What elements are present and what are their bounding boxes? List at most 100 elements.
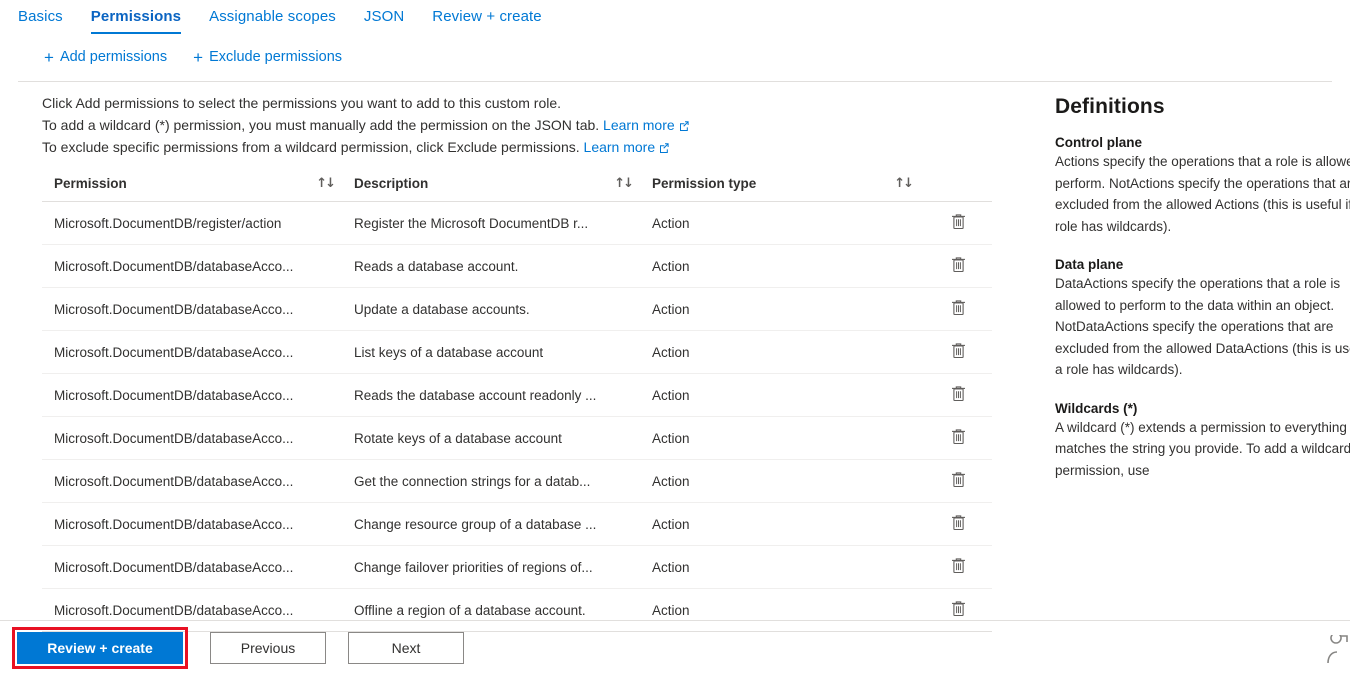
cell-delete [920,331,992,374]
cell-permission: Microsoft.DocumentDB/databaseAcco... [42,417,342,460]
table-row[interactable]: Microsoft.DocumentDB/databaseAcco...Read… [42,374,992,417]
cell-description: Change failover priorities of regions of… [342,546,640,589]
cell-permission: Microsoft.DocumentDB/databaseAcco... [42,245,342,288]
command-bar-divider [18,81,1332,82]
feedback-person-icon[interactable] [1322,635,1348,665]
cell-permission: Microsoft.DocumentDB/databaseAcco... [42,331,342,374]
definition-section-control-plane: Control plane Actions specify the operat… [1055,135,1350,237]
wizard-footer: Review + create Previous Next [0,621,1350,675]
cell-permission: Microsoft.DocumentDB/databaseAcco... [42,546,342,589]
cell-permission-type: Action [640,460,920,503]
definition-section-data-plane: Data plane DataActions specify the opera… [1055,257,1350,381]
definition-heading: Wildcards (*) [1055,401,1350,416]
learn-more-link-exclude[interactable]: Learn more [584,139,656,155]
tab-json[interactable]: JSON [364,0,404,34]
cell-permission: Microsoft.DocumentDB/databaseAcco... [42,374,342,417]
permissions-table-body: Microsoft.DocumentDB/register/actionRegi… [42,202,992,632]
table-row[interactable]: Microsoft.DocumentDB/databaseAcco...Get … [42,460,992,503]
cell-permission-type: Action [640,417,920,460]
delete-icon[interactable] [951,213,966,230]
cell-permission-type: Action [640,546,920,589]
cell-permission-type: Action [640,202,920,245]
definition-section-wildcards: Wildcards (*) A wildcard (*) extends a p… [1055,401,1350,482]
next-button[interactable]: Next [348,632,464,664]
cell-delete [920,288,992,331]
cell-delete [920,374,992,417]
table-row[interactable]: Microsoft.DocumentDB/databaseAcco...Chan… [42,503,992,546]
cell-permission: Microsoft.DocumentDB/databaseAcco... [42,460,342,503]
cell-permission-type: Action [640,374,920,417]
external-link-icon [679,121,689,131]
cell-description: List keys of a database account [342,331,640,374]
cell-delete [920,245,992,288]
tab-review-create[interactable]: Review + create [432,0,541,34]
column-header-description-label: Description [354,176,428,191]
definitions-title: Definitions [1055,95,1350,119]
exclude-permissions-button[interactable]: + Exclude permissions [193,49,342,66]
intro-line-2: To add a wildcard (*) permission, you mu… [42,114,997,136]
delete-icon[interactable] [951,557,966,574]
definition-body: Actions specify the operations that a ro… [1055,151,1350,237]
definition-body: DataActions specify the operations that … [1055,273,1350,381]
tab-basics[interactable]: Basics [18,0,63,34]
cell-permission-type: Action [640,331,920,374]
add-permissions-label: Add permissions [60,49,167,65]
review-create-button[interactable]: Review + create [17,632,183,664]
delete-icon[interactable] [951,471,966,488]
cell-description: Reads the database account readonly ... [342,374,640,417]
table-row[interactable]: Microsoft.DocumentDB/databaseAcco...List… [42,331,992,374]
table-header-row: Permission ↑↓ Description ↑↓ Permission … [42,172,992,202]
column-header-actions [920,172,992,202]
delete-icon[interactable] [951,600,966,617]
cell-permission: Microsoft.DocumentDB/databaseAcco... [42,288,342,331]
command-bar: + Add permissions + Exclude permissions [0,42,1350,72]
table-row[interactable]: Microsoft.DocumentDB/databaseAcco...Rota… [42,417,992,460]
tab-permissions[interactable]: Permissions [91,0,181,34]
permissions-table: Permission ↑↓ Description ↑↓ Permission … [42,172,992,632]
intro-line-3-text: To exclude specific permissions from a w… [42,139,580,155]
cell-delete [920,503,992,546]
cell-description: Register the Microsoft DocumentDB r... [342,202,640,245]
add-permissions-button[interactable]: + Add permissions [44,49,167,66]
table-row[interactable]: Microsoft.DocumentDB/databaseAcco...Chan… [42,546,992,589]
exclude-permissions-label: Exclude permissions [209,49,342,65]
column-header-permission-type-label: Permission type [652,176,756,191]
delete-icon[interactable] [951,299,966,316]
cell-delete [920,417,992,460]
cell-permission-type: Action [640,245,920,288]
column-header-permission-label: Permission [54,176,127,191]
cell-permission-type: Action [640,288,920,331]
intro-line-1: Click Add permissions to select the perm… [42,92,997,114]
definition-heading: Data plane [1055,257,1350,272]
delete-icon[interactable] [951,256,966,273]
cell-description: Rotate keys of a database account [342,417,640,460]
cell-description: Change resource group of a database ... [342,503,640,546]
sort-icon[interactable]: ↑↓ [894,176,912,191]
cell-description: Get the connection strings for a datab..… [342,460,640,503]
cell-description: Update a database accounts. [342,288,640,331]
review-create-highlight: Review + create [12,627,188,669]
previous-button[interactable]: Previous [210,632,326,664]
table-row[interactable]: Microsoft.DocumentDB/databaseAcco...Upda… [42,288,992,331]
delete-icon[interactable] [951,428,966,445]
cell-delete [920,202,992,245]
plus-icon: + [193,49,203,66]
column-header-description: Description ↑↓ [342,172,640,202]
intro-line-2-text: To add a wildcard (*) permission, you mu… [42,117,599,133]
plus-icon: + [44,49,54,66]
wizard-tab-strip: Basics Permissions Assignable scopes JSO… [0,0,1350,38]
delete-icon[interactable] [951,514,966,531]
definitions-pane: Definitions Control plane Actions specif… [1055,92,1350,545]
learn-more-link-wildcard[interactable]: Learn more [603,117,675,133]
table-row[interactable]: Microsoft.DocumentDB/databaseAcco...Read… [42,245,992,288]
column-header-permission: Permission ↑↓ [42,172,342,202]
table-row[interactable]: Microsoft.DocumentDB/register/actionRegi… [42,202,992,245]
sort-icon[interactable]: ↑↓ [316,176,334,191]
tab-assignable-scopes[interactable]: Assignable scopes [209,0,336,34]
column-header-permission-type: Permission type ↑↓ [640,172,920,202]
delete-icon[interactable] [951,342,966,359]
sort-icon[interactable]: ↑↓ [614,176,632,191]
delete-icon[interactable] [951,385,966,402]
cell-delete [920,546,992,589]
cell-permission: Microsoft.DocumentDB/register/action [42,202,342,245]
